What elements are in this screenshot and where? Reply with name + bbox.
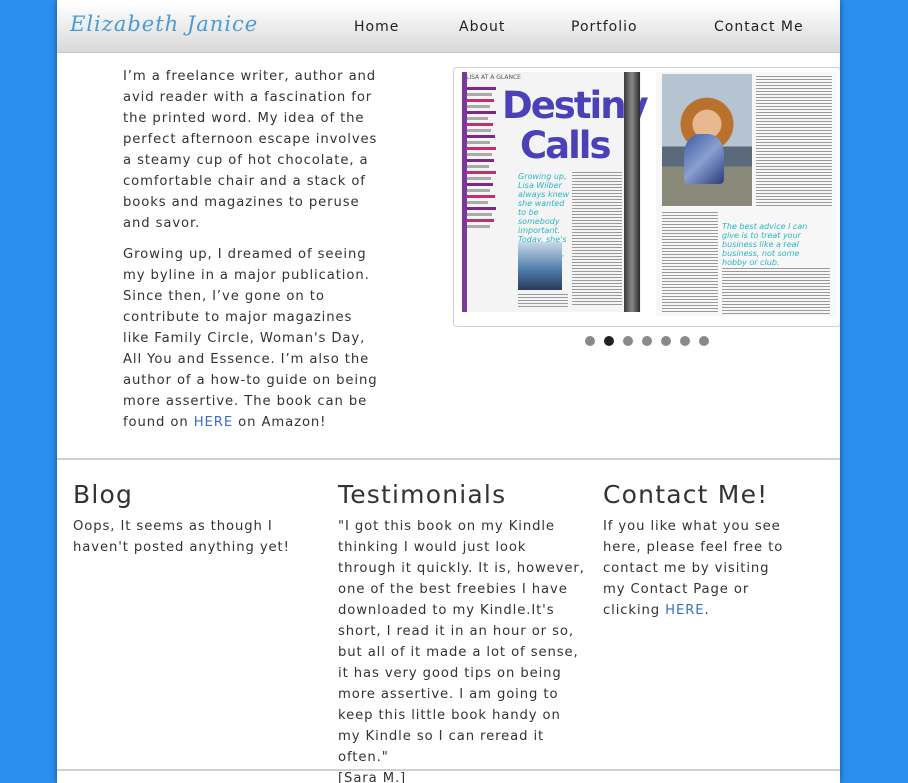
nav-contact-me[interactable]: Contact Me [714, 19, 804, 35]
intro-paragraph-2: Growing up, I dreamed of seeing my bylin… [123, 244, 381, 433]
site-logo[interactable]: Elizabeth Janice [70, 12, 258, 36]
blog-section: Blog Oops, It seems as though I haven't … [73, 480, 323, 558]
testimonial-quote: "I got this book on my Kindle thinking I… [338, 519, 585, 765]
slide-dot-6[interactable] [680, 336, 690, 346]
blog-text: Oops, It seems as though I haven't poste… [73, 519, 290, 555]
slide-dot-1[interactable] [585, 336, 595, 346]
contact-text-end: . [704, 603, 710, 618]
contact-text: If you like what you see here, please fe… [603, 516, 789, 621]
magazine-page-right: The best advice I can give is to treat y… [656, 72, 836, 316]
magazine-small-photo [518, 242, 562, 290]
magazine-sidebar-list [466, 84, 500, 304]
magazine-text-column-right [756, 76, 832, 206]
magazine-text-column [572, 172, 622, 307]
contact-section: Contact Me! If you like what you see her… [603, 480, 789, 621]
contact-here-link[interactable]: HERE [665, 603, 704, 618]
intro-paragraph-2-end: on Amazon! [233, 415, 327, 430]
magazine-portrait-scarf [684, 134, 724, 184]
magazine-spine [624, 72, 640, 312]
slide-dot-3[interactable] [623, 336, 633, 346]
magazine-caption [518, 294, 568, 308]
footer-divider [57, 769, 840, 771]
page-container: Elizabeth Janice Home About Portfolio Co… [57, 0, 840, 783]
nav-portfolio[interactable]: Portfolio [571, 19, 638, 35]
intro-paragraph-1: I’m a freelance writer, author and avid … [123, 69, 378, 231]
intro-text: I’m a freelance writer, author and avid … [123, 66, 381, 443]
blog-title: Blog [73, 480, 134, 509]
slide-dot-7[interactable] [699, 336, 709, 346]
contact-title: Contact Me! [603, 480, 769, 509]
intro-paragraph-2-text: Growing up, I dreamed of seeing my bylin… [123, 247, 378, 430]
site-header: Elizabeth Janice Home About Portfolio Co… [57, 3, 840, 53]
slideshow-image[interactable]: LISA AT A GLANCE Destiny Calls Growing u… [453, 67, 840, 327]
magazine-page-left: LISA AT A GLANCE Destiny Calls Growing u… [462, 72, 649, 312]
nav-about[interactable]: About [459, 19, 505, 35]
magazine-heading-line-2: Calls [520, 124, 612, 167]
section-divider [57, 458, 840, 460]
slide-dot-5[interactable] [661, 336, 671, 346]
testimonials-section: Testimonials "I got this book on my Kind… [338, 480, 588, 783]
magazine-sidebar-title: LISA AT A GLANCE [466, 74, 521, 81]
slide-dot-4[interactable] [642, 336, 652, 346]
magazine-quote: The best advice I can give is to treat y… [722, 222, 808, 267]
magazine-text-column-end [722, 268, 830, 314]
slide-dot-2[interactable] [604, 336, 614, 346]
magazine-stripe [462, 72, 467, 312]
magazine-text-column-bottom [662, 212, 718, 312]
testimonials-title: Testimonials [338, 480, 507, 509]
nav-home[interactable]: Home [354, 19, 399, 35]
amazon-here-link[interactable]: HERE [194, 415, 233, 430]
